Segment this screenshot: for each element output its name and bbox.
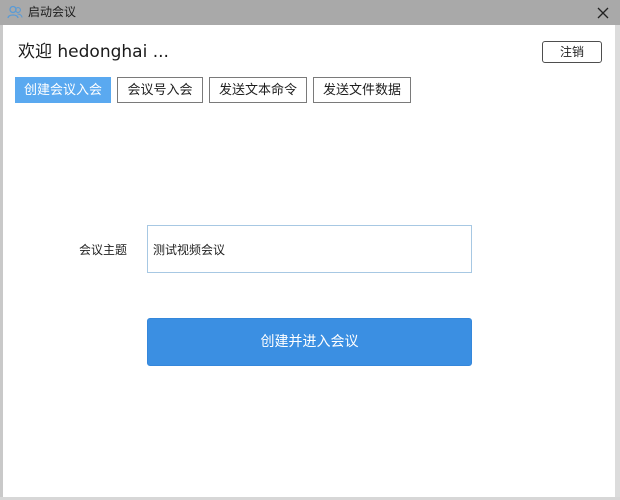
tab-send-text-command[interactable]: 发送文本命令 — [209, 77, 307, 103]
meeting-topic-input[interactable] — [147, 225, 472, 273]
tab-create-meeting[interactable]: 创建会议入会 — [15, 77, 111, 103]
tab-send-file-data[interactable]: 发送文件数据 — [313, 77, 411, 103]
welcome-text: 欢迎 hedonghai ... — [18, 42, 169, 62]
create-and-join-button[interactable]: 创建并进入会议 — [147, 318, 472, 366]
close-button[interactable] — [586, 0, 620, 25]
tab-join-by-number[interactable]: 会议号入会 — [117, 77, 203, 103]
people-icon — [7, 5, 23, 19]
window-title: 启动会议 — [28, 5, 77, 19]
title-bar: 启动会议 — [0, 0, 620, 25]
meeting-topic-label: 会议主题 — [79, 243, 128, 257]
close-icon — [597, 7, 609, 18]
window-frame-right — [615, 25, 620, 500]
logout-button[interactable]: 注销 — [542, 41, 602, 63]
